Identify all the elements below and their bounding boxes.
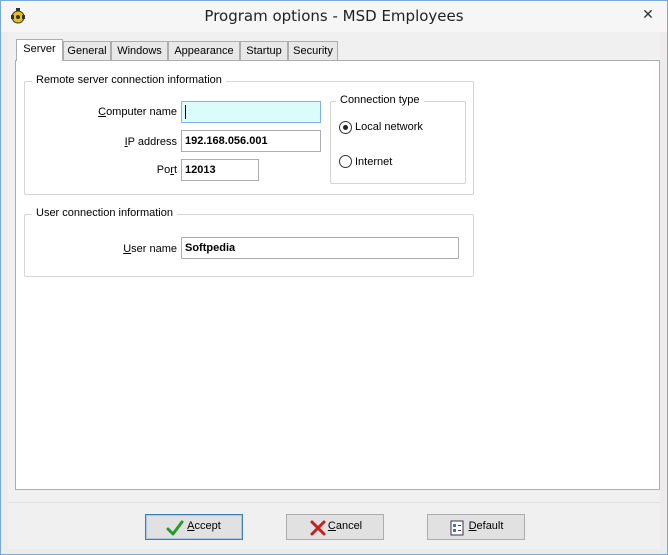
program-options-window: Program options - MSD Employees ✕ Server… [0,0,668,555]
remote-server-legend: Remote server connection information [32,74,226,86]
cancel-button-label: Cancel [327,520,363,532]
cross-icon [310,520,326,536]
port-label: Port [156,164,177,176]
user-connection-legend: User connection information [32,207,177,219]
tab-appearance[interactable]: Appearance [168,41,240,60]
computer-name-field[interactable] [181,101,321,123]
tab-general[interactable]: General [63,41,111,60]
default-button[interactable]: Default [427,514,525,540]
port-field[interactable]: 12013 [181,159,259,181]
checklist-icon [450,520,464,536]
internet-radio[interactable] [339,155,352,168]
ip-address-label: IP address [124,136,177,148]
internet-label[interactable]: Internet [355,156,392,168]
local-network-label[interactable]: Local network [355,121,423,133]
computer-name-label: Computer name [98,106,177,118]
dialog-client: Server General Windows Appearance Startu… [8,32,660,549]
default-button-label: Default [468,520,504,532]
connection-type-legend: Connection type [336,94,424,106]
close-button[interactable]: ✕ [637,5,659,23]
connection-type-group: Connection type Local network Internet [330,94,466,184]
close-icon: ✕ [642,6,654,22]
tab-security[interactable]: Security [288,41,338,60]
window-title: Program options - MSD Employees [204,7,464,25]
checkmark-icon [166,520,184,536]
local-network-radio[interactable] [339,121,352,134]
user-connection-group: User connection information User name So… [24,207,474,277]
server-tab-panel: Remote server connection information Com… [15,60,660,490]
remote-server-group: Remote server connection information Com… [24,74,474,195]
tab-windows[interactable]: Windows [111,41,168,60]
accept-button-label: Accept [187,520,221,532]
ip-address-field[interactable]: 192.168.056.001 [181,130,321,152]
text-caret [185,105,186,119]
cancel-button[interactable]: Cancel [286,514,384,540]
footer-separator [8,502,660,503]
title-bar[interactable]: Program options - MSD Employees ✕ [1,1,667,32]
tab-startup[interactable]: Startup [240,41,288,60]
user-name-label: User name [123,243,177,255]
accept-button[interactable]: Accept [145,514,243,540]
user-name-field[interactable]: Softpedia [181,237,459,259]
tab-server[interactable]: Server [16,39,63,61]
